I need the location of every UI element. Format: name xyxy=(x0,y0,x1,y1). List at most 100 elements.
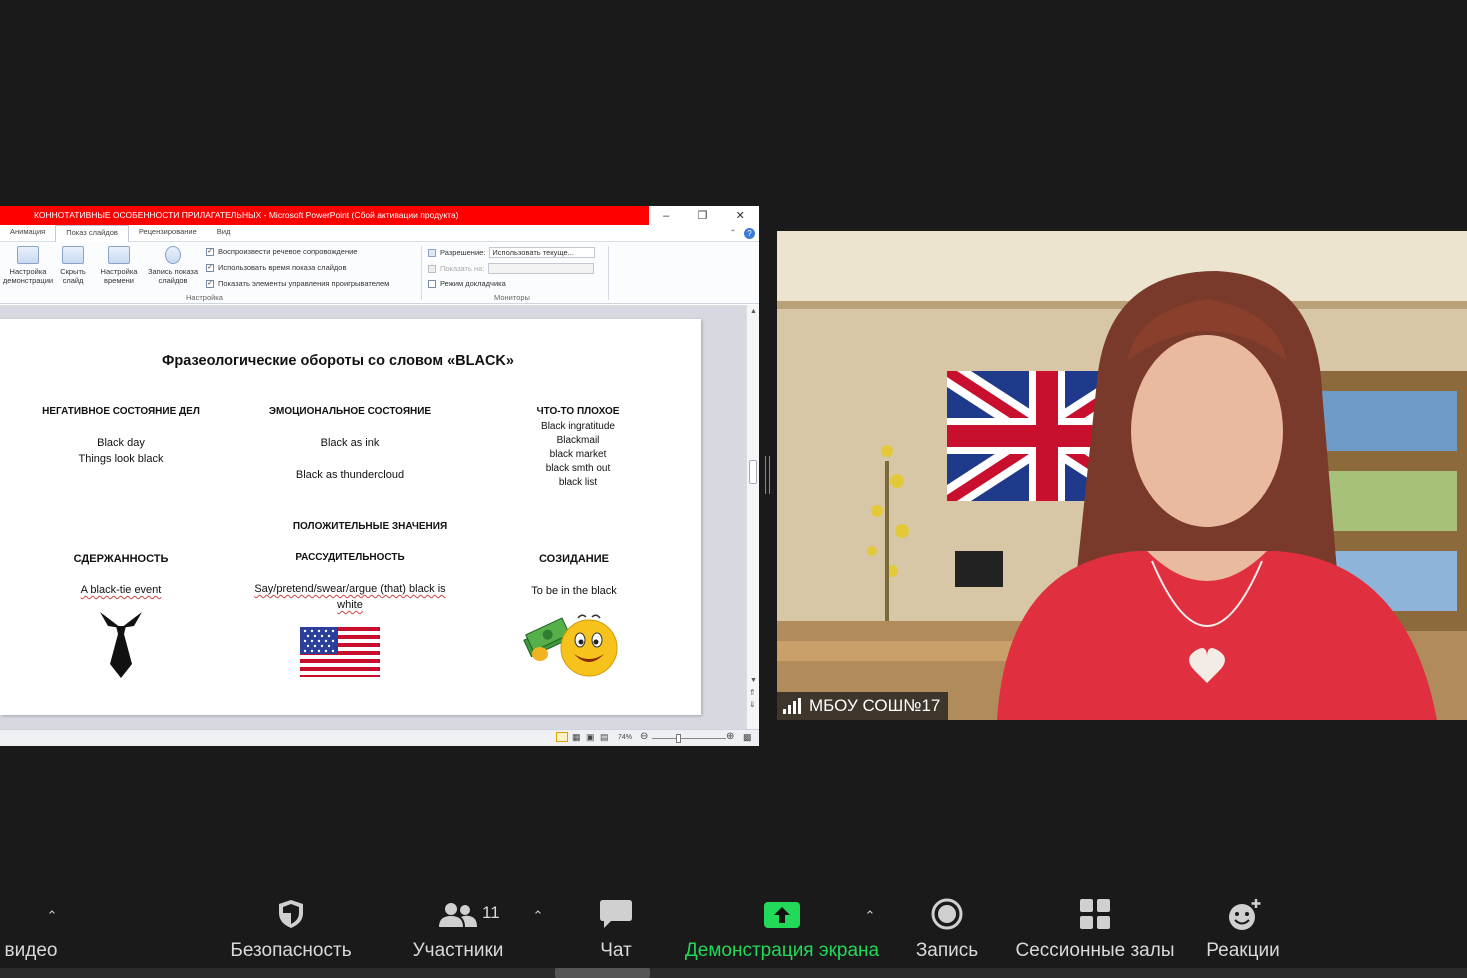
resolution-select[interactable]: Использовать текуще... xyxy=(489,247,596,258)
tab-view[interactable]: Вид xyxy=(207,225,241,241)
participants-label: Участники xyxy=(412,940,504,961)
show-on-select[interactable] xyxy=(488,263,595,274)
help-icon[interactable]: ? xyxy=(744,228,755,239)
chat-bubble-icon xyxy=(600,900,632,928)
rehearse-timings-label: Настройка времени xyxy=(100,267,138,285)
participants-icon xyxy=(439,903,477,927)
idiom-text: Black as thundercloud xyxy=(295,469,405,481)
hide-slide-label: Скрыть слайд xyxy=(60,267,86,285)
meeting-toolbar: ⌃ видео Безопасность 11 Участники ⌃ Чат … xyxy=(0,876,1467,978)
setup-slideshow-label: Настройка демонстрации xyxy=(2,267,54,285)
media-controls-checkbox[interactable]: ✓ Показать элементы управления проигрыват… xyxy=(206,279,389,288)
zoom-slider-track[interactable] xyxy=(652,738,726,739)
monitor-icon xyxy=(428,264,436,273)
presenter-view-label: Режим докладчика xyxy=(440,279,506,288)
idiom-text: Things look black xyxy=(78,453,164,465)
narration-checkbox[interactable]: ✓ Воспроизвести речевое сопровождение xyxy=(206,247,357,256)
record-slideshow-label: Запись показа слайдов xyxy=(147,267,199,285)
idiom-text: black market xyxy=(549,449,607,460)
media-controls-label: Показать элементы управления проигрывате… xyxy=(218,279,390,288)
black-tie-image xyxy=(100,612,142,678)
narration-label: Воспроизвести речевое сопровождение xyxy=(218,247,358,256)
scroll-down-icon[interactable]: ▼ xyxy=(750,677,757,684)
category-heading: РАССУДИТЕЛЬНОСТЬ xyxy=(295,552,405,563)
slideshow-view-icon[interactable]: ▤ xyxy=(600,732,609,743)
idiom-text: Black as ink xyxy=(320,437,380,449)
idiom-text: black smth out xyxy=(545,463,611,474)
video-label: видео xyxy=(4,940,58,961)
category-heading: СДЕРЖАННОСТЬ xyxy=(73,553,169,565)
ribbon-collapse-icon[interactable]: ⌃ xyxy=(730,228,736,239)
normal-view-icon[interactable] xyxy=(556,732,568,742)
idiom-text: To be in the black xyxy=(531,585,617,597)
share-screen-label: Демонстрация экрана xyxy=(684,940,880,961)
split-view-drag-handle[interactable] xyxy=(765,456,770,494)
tab-animation[interactable]: Анимация xyxy=(0,225,55,241)
participants-count: 11 xyxy=(482,903,500,922)
setup-slideshow-button[interactable]: Настройка демонстрации xyxy=(0,246,56,285)
zoom-slider-thumb[interactable] xyxy=(676,734,681,743)
resolution-label: Разрешение: xyxy=(440,248,486,257)
tab-review[interactable]: Рецензирование xyxy=(129,225,207,241)
slide: Фразеологические обороты со словом «BLAC… xyxy=(0,319,701,715)
show-on-label: Показать на: xyxy=(440,264,485,273)
connection-signal-icon xyxy=(783,698,801,714)
positive-heading: ПОЛОЖИТЕЛЬНЫЕ ЗНАЧЕНИЯ xyxy=(292,521,448,532)
bottom-strip-handle[interactable] xyxy=(555,968,650,978)
breakout-rooms-label: Сессионные залы xyxy=(1015,940,1175,961)
category-heading: СОЗИДАНИЕ xyxy=(539,553,609,565)
idiom-text: Black day xyxy=(97,437,145,449)
fit-to-window-icon[interactable]: ▩ xyxy=(743,732,752,743)
rehearse-timings-button[interactable]: Настройка времени xyxy=(96,246,142,285)
monitor-icon xyxy=(428,248,436,257)
zoom-in-icon[interactable]: ⊕ xyxy=(726,731,734,742)
prev-slide-icon[interactable]: ⇑ xyxy=(749,689,756,697)
bottom-strip xyxy=(0,968,1467,978)
money-smiley-image xyxy=(523,614,618,677)
resolution-row: Разрешение: Использовать текуще... xyxy=(428,247,596,258)
video-options-caret-icon[interactable]: ⌃ xyxy=(47,908,58,924)
participant-name: МБОУ СОШ№17 xyxy=(809,696,941,715)
timings-checkbox[interactable]: ✓ Использовать время показа слайдов xyxy=(206,263,346,272)
scrollbar-thumb[interactable] xyxy=(749,460,757,484)
participants-options-caret-icon[interactable]: ⌃ xyxy=(533,908,544,924)
idiom-text: Black ingratitude xyxy=(541,421,615,432)
breakout-rooms-icon xyxy=(1080,899,1110,929)
participant-video-tile[interactable]: МБОУ СОШ№17 xyxy=(777,231,1467,720)
hide-slide-button[interactable]: Скрыть слайд xyxy=(58,246,88,285)
zoom-out-icon[interactable]: ⊖ xyxy=(640,731,648,742)
scroll-up-icon[interactable]: ▲ xyxy=(750,308,757,315)
minimize-icon[interactable]: – xyxy=(663,210,669,222)
next-slide-icon[interactable]: ⇓ xyxy=(749,701,756,709)
idiom-text: black list xyxy=(558,477,598,488)
participant-name-tag: МБОУ СОШ№17 xyxy=(777,692,949,720)
ppt-ribbon-tabs: Анимация Показ слайдов Рецензирование Ви… xyxy=(0,225,759,242)
zoom-level[interactable]: 74% xyxy=(618,734,632,741)
ribbon-separator xyxy=(421,246,422,300)
record-icon xyxy=(931,898,963,930)
setup-slideshow-icon xyxy=(17,246,39,264)
shield-icon xyxy=(279,900,303,928)
share-screen-icon xyxy=(764,902,800,928)
idiom-text: Blackmail xyxy=(556,435,600,446)
group-monitors-label: Мониторы xyxy=(494,293,530,302)
shared-screen-powerpoint[interactable]: КОННОТАТИВНЫЕ ОСОБЕННОСТИ ПРИЛАГАТЕЛЬНЫХ… xyxy=(0,206,759,746)
ppt-window-controls: – ❐ ✕ xyxy=(649,206,759,225)
record-slideshow-button[interactable]: Запись показа слайдов xyxy=(143,246,203,285)
restore-icon[interactable]: ❐ xyxy=(698,209,708,222)
tab-slideshow[interactable]: Показ слайдов xyxy=(55,225,129,242)
ppt-title-bar: КОННОТАТИВНЫЕ ОСОБЕННОСТИ ПРИЛАГАТЕЛЬНЫХ… xyxy=(0,206,649,225)
category-heading: ЧТО-ТО ПЛОХОЕ xyxy=(536,406,620,417)
presenter-view-checkbox[interactable]: Режим докладчика xyxy=(428,279,506,288)
idiom-text: A black-tie event xyxy=(80,584,162,596)
rehearse-timings-icon xyxy=(108,246,130,264)
slide-vertical-scrollbar[interactable]: ▲ ▼ ⇑ ⇓ xyxy=(746,305,759,729)
slide-sorter-icon[interactable]: ▦ xyxy=(572,732,581,743)
reading-view-icon[interactable]: ▣ xyxy=(586,732,595,743)
hide-slide-icon xyxy=(62,246,84,264)
record-label: Запись xyxy=(915,940,979,961)
idiom-text: Say/pretend/swear/argue (that) black is … xyxy=(254,583,446,611)
close-icon[interactable]: ✕ xyxy=(736,209,745,222)
ppt-status-bar: ▦ ▣ ▤ 74% ⊖ ⊕ ▩ xyxy=(0,729,759,746)
share-options-caret-icon[interactable]: ⌃ xyxy=(865,908,876,924)
